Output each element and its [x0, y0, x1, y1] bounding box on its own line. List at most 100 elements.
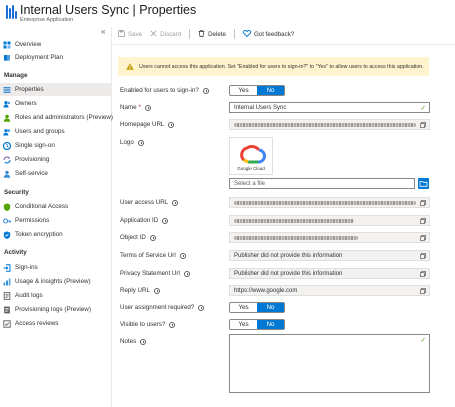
- sidebar-item-usage-insights[interactable]: Usage & insights (Preview): [0, 275, 112, 288]
- visible-to-users-toggle[interactable]: Yes No: [229, 319, 285, 330]
- redacted-value: [234, 200, 416, 205]
- section-activity: Activity: [4, 249, 27, 256]
- sidebar-item-self-service[interactable]: Self-service: [0, 167, 112, 180]
- copy-icon[interactable]: [420, 200, 426, 206]
- copy-icon[interactable]: [420, 253, 426, 259]
- toggle-yes[interactable]: Yes: [230, 303, 257, 312]
- provisioning-icon: [3, 156, 11, 164]
- more-options-button[interactable]: ···: [176, 3, 184, 12]
- access-reviews-icon: [3, 319, 11, 328]
- warning-text: Users cannot access this application. Se…: [139, 63, 424, 70]
- sidebar-item-deployment-plan[interactable]: Deployment Plan: [0, 51, 112, 64]
- save-button[interactable]: Save: [118, 29, 142, 39]
- toggle-no[interactable]: No: [257, 86, 284, 95]
- info-icon[interactable]: [162, 217, 169, 224]
- sidebar-item-single-sign-on[interactable]: Single sign-on: [0, 139, 112, 152]
- feedback-button[interactable]: Got feedback?: [242, 29, 294, 39]
- sidebar-item-label: Sign-ins: [15, 264, 38, 271]
- file-select-input[interactable]: Select a file: [229, 178, 415, 189]
- application-id-field[interactable]: [229, 215, 430, 226]
- conditional-access-icon: [3, 202, 11, 211]
- copy-icon[interactable]: [420, 218, 426, 224]
- terms-of-service-field[interactable]: Publisher did not provide this informati…: [229, 250, 430, 261]
- info-icon[interactable]: [153, 287, 160, 294]
- homepage-url-label: Homepage URL: [120, 121, 175, 128]
- logo-caption: Google Cloud: [237, 166, 265, 171]
- page-header: Internal Users Sync | Properties Enterpr…: [0, 0, 455, 26]
- info-icon[interactable]: [183, 270, 190, 277]
- privacy-statement-label: Privacy Statement Url: [120, 270, 190, 277]
- folder-icon: [419, 181, 428, 187]
- copy-icon[interactable]: [420, 122, 426, 128]
- user-access-url-label: User access URL: [120, 199, 179, 206]
- users-icon: [3, 128, 11, 136]
- copy-icon[interactable]: [420, 271, 426, 277]
- collapse-sidebar-button[interactable]: «: [101, 27, 105, 36]
- sidebar-item-users-and-groups[interactable]: Users and groups: [0, 125, 112, 138]
- reply-url-label: Reply URL: [120, 287, 160, 294]
- app-logo-icon: [6, 5, 17, 19]
- audit-logs-icon: [3, 291, 11, 300]
- sidebar-item-provisioning[interactable]: Provisioning: [0, 153, 112, 166]
- user-access-url-field[interactable]: [229, 197, 430, 208]
- copy-icon[interactable]: [420, 235, 426, 241]
- sidebar-item-permissions[interactable]: Permissions: [0, 214, 112, 227]
- sidebar-item-token-encryption[interactable]: Token encryption: [0, 228, 112, 241]
- sidebar-item-sign-ins[interactable]: Sign-ins: [0, 261, 112, 274]
- toolbar-divider: [233, 29, 235, 39]
- self-service-icon: [3, 170, 11, 178]
- info-icon[interactable]: [202, 87, 209, 94]
- assignment-required-toggle[interactable]: Yes No: [229, 302, 285, 313]
- enabled-label: Enabled for users to sign-in?: [120, 87, 209, 94]
- object-id-field[interactable]: [229, 232, 430, 243]
- section-security: Security: [4, 189, 29, 196]
- sidebar-item-label: Properties: [15, 86, 44, 93]
- info-icon[interactable]: [140, 338, 147, 345]
- toggle-yes[interactable]: Yes: [230, 86, 257, 95]
- redacted-value: [234, 122, 416, 127]
- sidebar-item-label: Owners: [15, 100, 37, 107]
- enabled-toggle[interactable]: Yes No: [229, 85, 285, 96]
- assignment-required-label: User assignment required?: [120, 304, 205, 311]
- sidebar-item-audit-logs[interactable]: Audit logs: [0, 289, 112, 302]
- sidebar-item-roles[interactable]: Roles and administrators (Preview): [0, 111, 113, 124]
- valid-check-icon: ✓: [420, 105, 426, 112]
- reply-url-field[interactable]: https://www.google.com: [229, 285, 430, 296]
- info-icon[interactable]: [179, 252, 186, 259]
- delete-button[interactable]: Delete: [198, 29, 226, 39]
- sidebar-item-label: Audit logs: [15, 292, 43, 299]
- page-subtitle: Enterprise Application: [20, 17, 74, 23]
- sidebar-item-owners[interactable]: Owners: [0, 97, 112, 110]
- info-icon[interactable]: [168, 121, 175, 128]
- sidebar-item-provisioning-logs[interactable]: Provisioning logs (Preview): [0, 303, 112, 316]
- homepage-url-field[interactable]: [229, 119, 430, 130]
- sidebar-item-overview[interactable]: Overview: [0, 38, 112, 51]
- info-icon[interactable]: [172, 199, 179, 206]
- toggle-no[interactable]: No: [257, 303, 284, 312]
- info-icon[interactable]: [137, 139, 144, 146]
- toggle-no[interactable]: No: [257, 320, 284, 329]
- sidebar-item-properties[interactable]: Properties: [0, 83, 112, 96]
- info-icon[interactable]: [169, 321, 176, 328]
- sidebar-item-conditional-access[interactable]: Conditional Access: [0, 200, 112, 213]
- info-icon[interactable]: [198, 304, 205, 311]
- page-title: Internal Users Sync | Properties: [20, 3, 197, 17]
- toggle-yes[interactable]: Yes: [230, 320, 257, 329]
- notes-textarea[interactable]: ✓: [229, 334, 430, 393]
- copy-icon[interactable]: [420, 288, 426, 294]
- sidebar-item-label: Access reviews: [15, 320, 59, 327]
- discard-button[interactable]: Discard: [150, 30, 181, 39]
- application-id-label: Application ID: [120, 217, 169, 224]
- redacted-value: [234, 218, 354, 223]
- privacy-statement-field[interactable]: Publisher did not provide this informati…: [229, 268, 430, 279]
- browse-folder-button[interactable]: [418, 178, 429, 189]
- sign-ins-icon: [3, 263, 11, 272]
- info-icon[interactable]: [144, 104, 151, 111]
- valid-check-icon: ✓: [420, 337, 426, 344]
- name-label: Name *: [120, 104, 151, 111]
- provisioning-logs-icon: [3, 306, 11, 314]
- info-icon[interactable]: [149, 234, 156, 241]
- sidebar-item-access-reviews[interactable]: Access reviews: [0, 317, 112, 330]
- close-icon: [150, 30, 157, 39]
- name-field[interactable]: Internal Users Sync ✓: [229, 102, 430, 113]
